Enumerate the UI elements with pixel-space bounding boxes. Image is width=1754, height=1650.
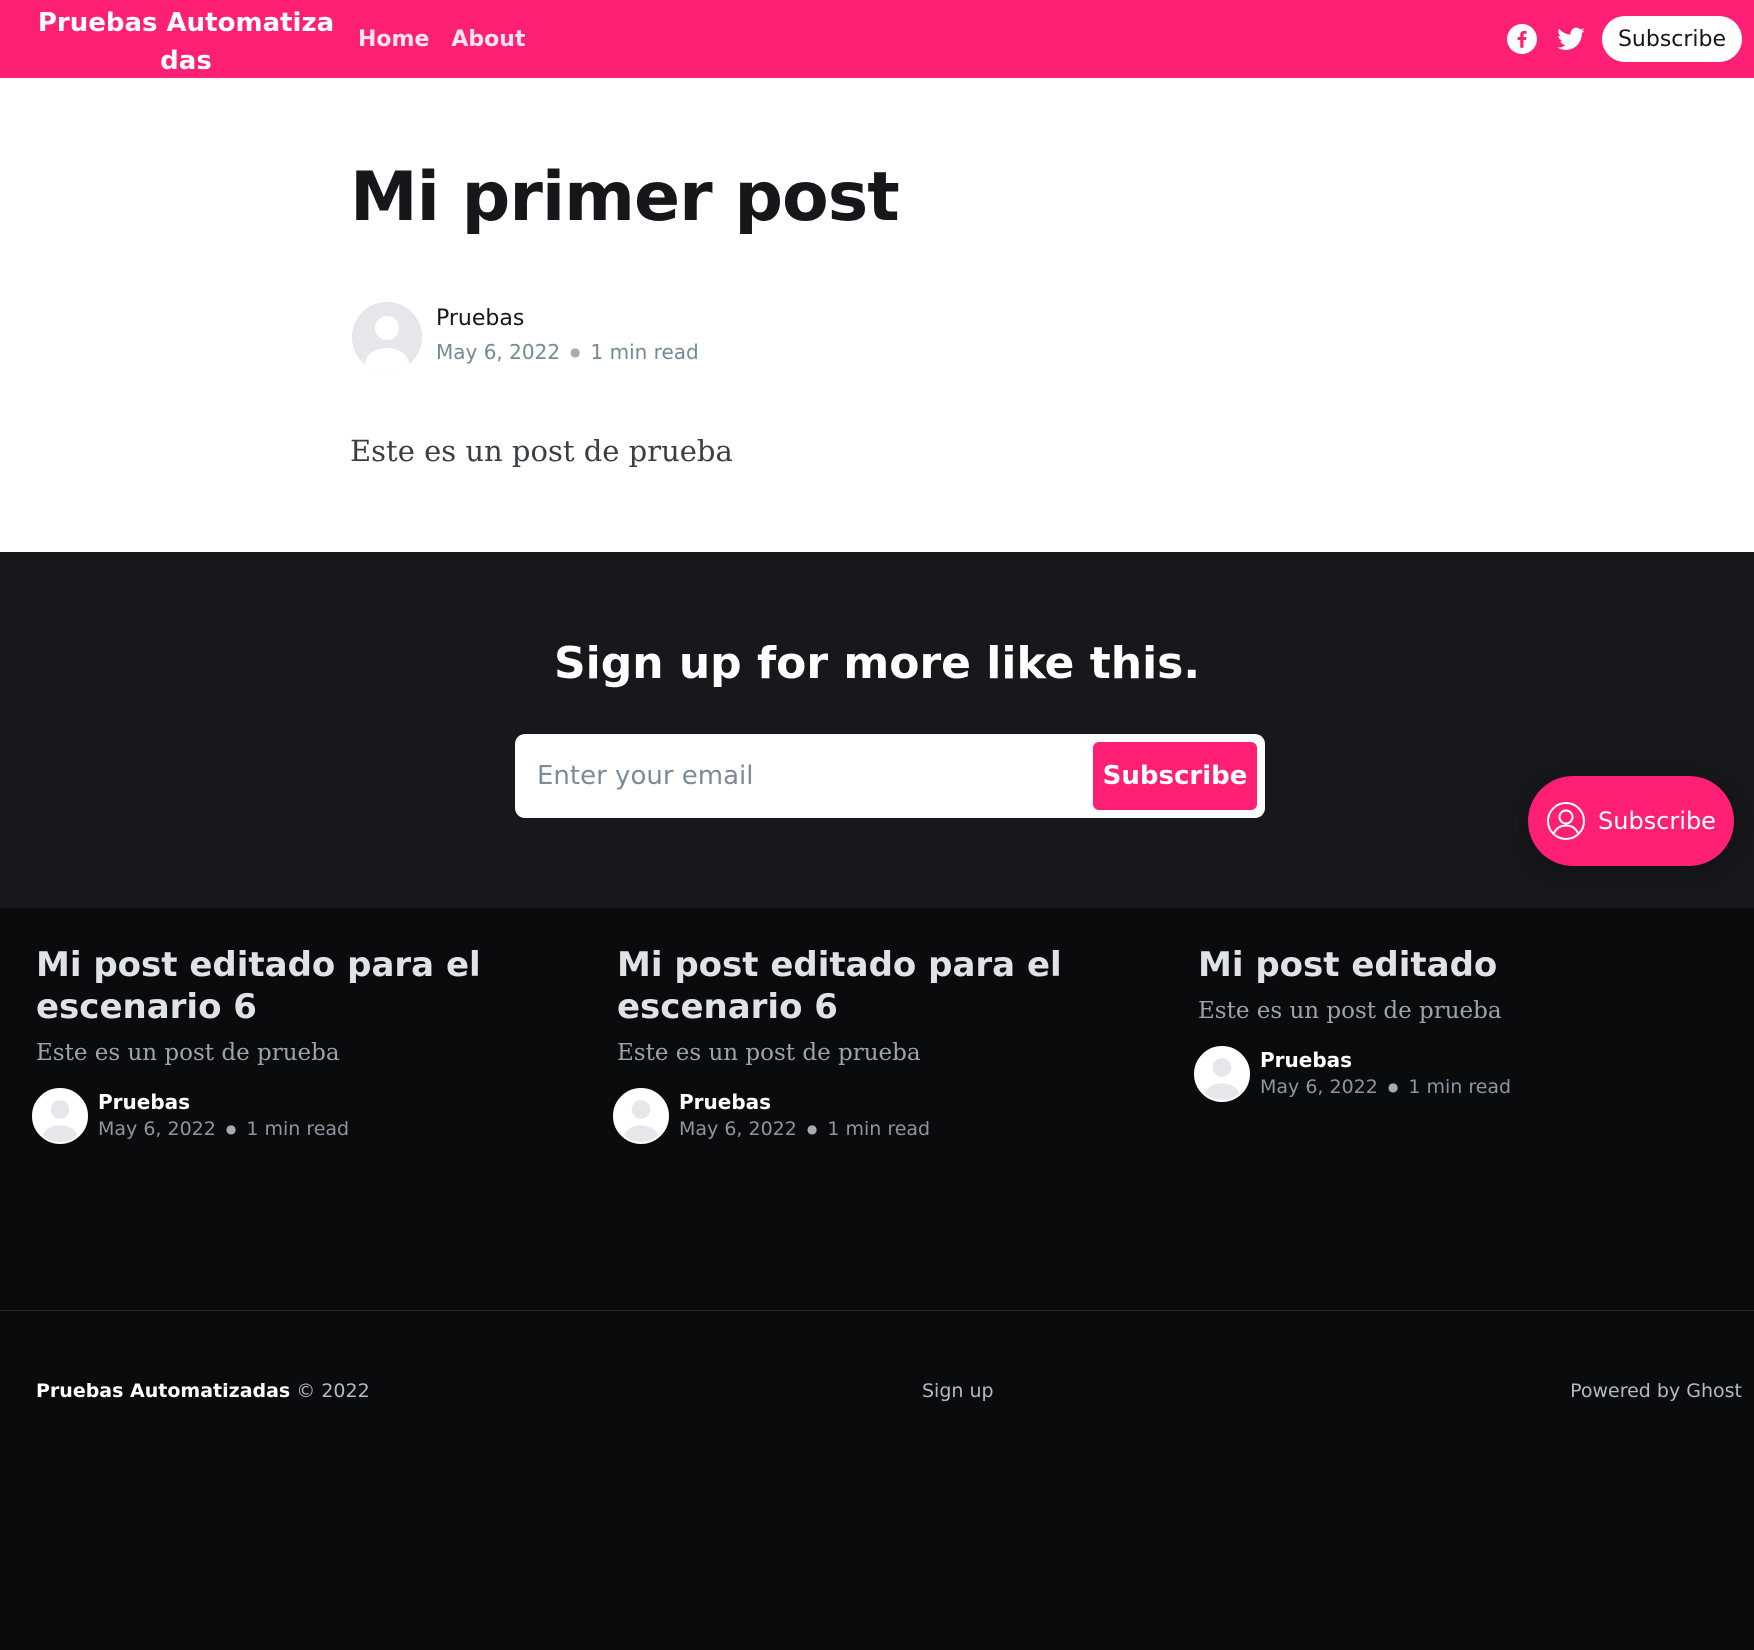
card-author: Pruebas May 6, 2022 ● 1 min read xyxy=(32,1088,536,1148)
card-date: May 6, 2022 xyxy=(98,1118,216,1140)
avatar-placeholder-icon xyxy=(34,1090,86,1142)
card-excerpt: Este es un post de prueba xyxy=(36,1040,340,1066)
post-title: Mi primer post xyxy=(350,158,900,237)
card-author: Pruebas May 6, 2022 ● 1 min read xyxy=(1194,1046,1698,1106)
card-author: Pruebas May 6, 2022 ● 1 min read xyxy=(613,1088,1117,1148)
footer-divider xyxy=(0,1310,1754,1311)
card-meta: May 6, 2022 ● 1 min read xyxy=(679,1118,930,1140)
related-post-card[interactable]: Mi post editado Este es un post de prueb… xyxy=(1194,944,1698,1106)
card-title[interactable]: Mi post editado para el escenario 6 xyxy=(36,944,536,1028)
reading-time: 1 min read xyxy=(590,340,699,364)
author-avatar[interactable] xyxy=(352,302,422,372)
post-content: Este es un post de prueba xyxy=(350,434,733,468)
author-avatar[interactable] xyxy=(613,1088,669,1144)
avatar-placeholder-icon xyxy=(1196,1048,1248,1100)
nav-item-about[interactable]: About xyxy=(451,27,525,52)
card-excerpt: Este es un post de prueba xyxy=(617,1040,921,1066)
signup-subscribe-button[interactable]: Subscribe xyxy=(1093,742,1257,810)
user-circle-icon xyxy=(1547,802,1586,840)
footer-signup-link[interactable]: Sign up xyxy=(922,1380,994,1402)
facebook-icon[interactable] xyxy=(1506,23,1538,55)
portal-subscribe-button[interactable]: Subscribe xyxy=(1528,776,1734,866)
nav-item-home[interactable]: Home xyxy=(358,27,429,52)
card-date: May 6, 2022 xyxy=(1260,1076,1378,1098)
portal-subscribe-label: Subscribe xyxy=(1598,807,1716,835)
article: Mi primer post Pruebas May 6, 2022 ● 1 m… xyxy=(0,78,1754,552)
card-date: May 6, 2022 xyxy=(679,1118,797,1140)
post-date: May 6, 2022 xyxy=(436,340,561,364)
footer-copyright-year: © 2022 xyxy=(296,1380,370,1402)
card-title[interactable]: Mi post editado para el escenario 6 xyxy=(617,944,1117,1028)
card-meta: May 6, 2022 ● 1 min read xyxy=(98,1118,349,1140)
related-post-card[interactable]: Mi post editado para el escenario 6 Este… xyxy=(613,944,1117,1148)
avatar-placeholder-icon xyxy=(615,1090,667,1142)
signup-title: Sign up for more like this. xyxy=(553,638,1201,689)
card-meta: May 6, 2022 ● 1 min read xyxy=(1260,1076,1511,1098)
meta-separator-dot: ● xyxy=(570,345,581,359)
powered-by-ghost-link[interactable]: Powered by Ghost xyxy=(1570,1380,1742,1402)
signup-cta: Sign up for more like this. Subscribe xyxy=(0,552,1754,908)
card-excerpt: Este es un post de prueba xyxy=(1198,998,1502,1024)
twitter-icon[interactable] xyxy=(1555,23,1587,55)
meta-separator-dot: ● xyxy=(225,1122,237,1136)
site-header: Pruebas Automatizadas Home About Subscri… xyxy=(0,0,1754,78)
meta-separator-dot: ● xyxy=(1387,1080,1399,1094)
author-avatar[interactable] xyxy=(32,1088,88,1144)
header-subscribe-button[interactable]: Subscribe xyxy=(1602,16,1742,62)
card-author-name[interactable]: Pruebas xyxy=(1260,1048,1352,1072)
card-title[interactable]: Mi post editado xyxy=(1198,944,1698,986)
meta-separator-dot: ● xyxy=(806,1122,818,1136)
email-input[interactable] xyxy=(537,756,1037,796)
card-reading-time: 1 min read xyxy=(246,1118,350,1140)
footer-copyright: Pruebas Automatizadas © 2022 xyxy=(36,1380,370,1402)
post-meta: May 6, 2022 ● 1 min read xyxy=(436,340,699,364)
card-reading-time: 1 min read xyxy=(1408,1076,1512,1098)
signup-form: Subscribe xyxy=(515,734,1265,818)
site-title-link[interactable]: Pruebas Automatizadas xyxy=(30,4,342,80)
avatar-placeholder-icon xyxy=(352,302,422,372)
main-nav: Home About xyxy=(358,0,525,78)
author-name[interactable]: Pruebas xyxy=(436,306,524,331)
author-avatar[interactable] xyxy=(1194,1046,1250,1102)
card-author-name[interactable]: Pruebas xyxy=(98,1090,190,1114)
card-author-name[interactable]: Pruebas xyxy=(679,1090,771,1114)
related-post-card[interactable]: Mi post editado para el escenario 6 Este… xyxy=(32,944,536,1148)
card-reading-time: 1 min read xyxy=(827,1118,931,1140)
footer-site-name[interactable]: Pruebas Automatizadas xyxy=(36,1380,290,1402)
